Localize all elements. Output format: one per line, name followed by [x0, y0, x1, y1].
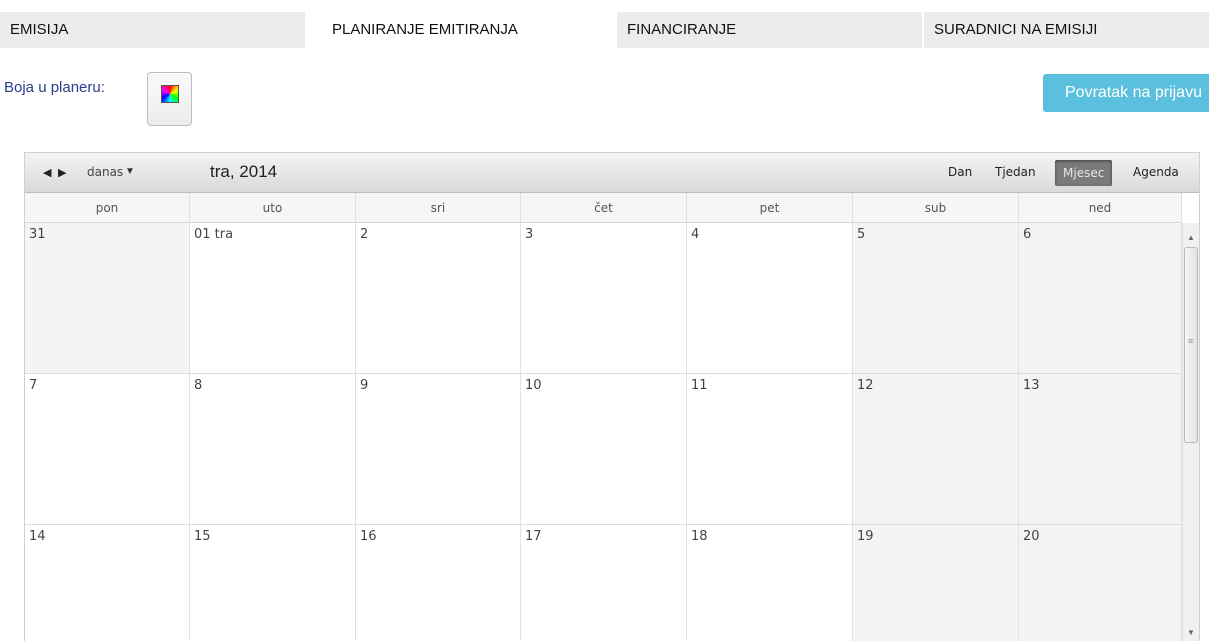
scroll-down-icon[interactable]: ▼ — [1187, 628, 1195, 637]
calendar-toolbar: ◀ ▶ danas ▼ tra, 2014 Dan Tjedan Mjesec … — [25, 153, 1199, 193]
grip-icon: ≡ — [1188, 336, 1194, 346]
day-cell[interactable]: 11 — [687, 374, 853, 525]
view-agenda-button[interactable]: Agenda — [1133, 165, 1179, 179]
day-header: pet — [687, 193, 853, 223]
color-label: Boja u planeru: — [4, 79, 105, 96]
tab-financiranje[interactable]: FINANCIRANJE — [617, 12, 922, 48]
top-tabs: EMISIJA PLANIRANJE EMITIRANJA FINANCIRAN… — [0, 12, 1209, 48]
tab-emisija[interactable]: EMISIJA — [0, 12, 305, 48]
tab-suradnici-na-emisiji[interactable]: SURADNICI NA EMISIJI — [924, 12, 1209, 48]
tab-planiranje-emitiranja[interactable]: PLANIRANJE EMITIRANJA — [322, 12, 615, 48]
view-week-button[interactable]: Tjedan — [995, 165, 1036, 179]
color-spectrum-icon — [161, 85, 179, 103]
day-cell[interactable]: 9 — [356, 374, 521, 525]
day-header: čet — [521, 193, 687, 223]
view-day-button[interactable]: Dan — [948, 165, 972, 179]
day-header: sub — [853, 193, 1019, 223]
day-cell[interactable]: 5 — [853, 223, 1019, 374]
return-to-application-button[interactable]: Povratak na prijavu — [1043, 74, 1209, 112]
caret-down-icon[interactable]: ▼ — [125, 166, 135, 177]
calendar-scrollbar[interactable]: ▲ ≡ ▼ — [1182, 223, 1199, 641]
day-cell[interactable]: 14 — [25, 525, 190, 641]
calendar: ◀ ▶ danas ▼ tra, 2014 Dan Tjedan Mjesec … — [24, 152, 1200, 641]
scroll-up-icon[interactable]: ▲ — [1187, 233, 1195, 242]
day-cell[interactable]: 8 — [190, 374, 356, 525]
day-cell[interactable]: 20 — [1019, 525, 1182, 641]
today-button[interactable]: danas — [87, 165, 123, 179]
day-cell[interactable]: 2 — [356, 223, 521, 374]
day-cell[interactable]: 15 — [190, 525, 356, 641]
day-header: ned — [1019, 193, 1182, 223]
triangle-left-icon[interactable]: ◀ — [43, 166, 51, 179]
day-cell[interactable]: 18 — [687, 525, 853, 641]
day-cell[interactable]: 3 — [521, 223, 687, 374]
day-cell[interactable]: 31 — [25, 223, 190, 374]
calendar-title: tra, 2014 — [210, 162, 278, 181]
triangle-right-icon[interactable]: ▶ — [58, 166, 66, 179]
day-cell[interactable]: 19 — [853, 525, 1019, 641]
scrollbar-thumb[interactable]: ≡ — [1184, 247, 1198, 443]
day-cell[interactable]: 7 — [25, 374, 190, 525]
day-cell[interactable]: 13 — [1019, 374, 1182, 525]
day-cell[interactable]: 6 — [1019, 223, 1182, 374]
day-cell[interactable]: 12 — [853, 374, 1019, 525]
view-month-button[interactable]: Mjesec — [1055, 160, 1113, 186]
day-header: uto — [190, 193, 356, 223]
day-cell[interactable]: 4 — [687, 223, 853, 374]
day-header: sri — [356, 193, 521, 223]
day-cell[interactable]: 01 tra — [190, 223, 356, 374]
day-header: pon — [25, 193, 190, 223]
color-picker-button[interactable] — [147, 72, 192, 126]
day-cell[interactable]: 17 — [521, 525, 687, 641]
day-cell[interactable]: 16 — [356, 525, 521, 641]
day-cell[interactable]: 10 — [521, 374, 687, 525]
